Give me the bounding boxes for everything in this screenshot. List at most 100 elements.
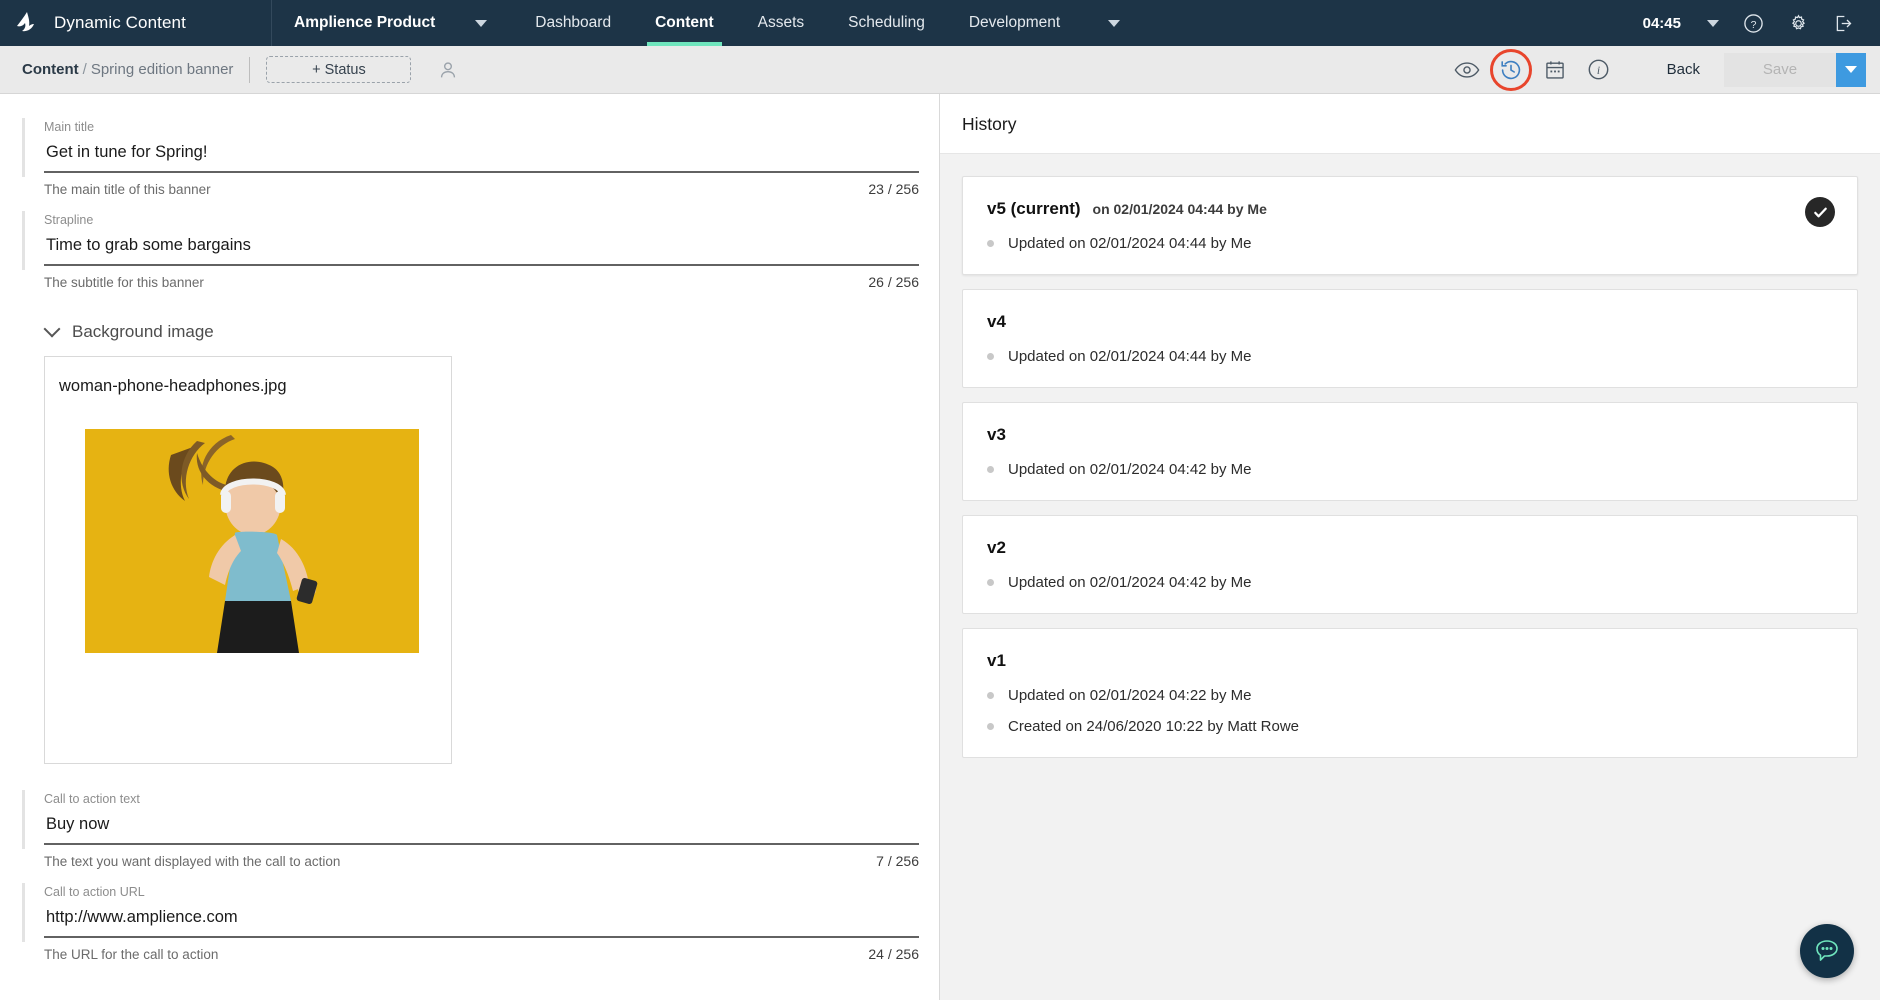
nav-item-content[interactable]: Content [633, 0, 736, 46]
history-event: Created on 24/06/2020 10:22 by Matt Rowe [987, 718, 1833, 735]
brand-area[interactable]: Dynamic Content [0, 0, 272, 46]
field-char-count: 7 / 256 [876, 853, 919, 869]
breadcrumb-divider [249, 56, 251, 83]
nav-overflow-caret[interactable] [1082, 0, 1146, 46]
version-label: v4 [987, 312, 1006, 331]
bullet-icon [987, 692, 994, 699]
history-card-v1[interactable]: v1 Updated on 02/01/2024 04:22 by Me Cre… [962, 628, 1858, 758]
event-text: Created on 24/06/2020 10:22 by Matt Rowe [1008, 718, 1300, 735]
info-icon: i [1588, 59, 1609, 80]
history-button[interactable] [1489, 48, 1533, 91]
content-form-pane: Main title Get in tune for Spring! The m… [0, 94, 940, 1000]
breadcrumb-leaf: Spring edition banner [90, 61, 234, 78]
help-icon: ? [1744, 13, 1763, 33]
background-image-card[interactable]: woman-phone-headphones.jpg [44, 356, 452, 764]
nav-item-development[interactable]: Development [947, 0, 1082, 46]
cta-url-input[interactable]: http://www.amplience.com [44, 906, 919, 938]
history-card-header: v2 [987, 538, 1833, 558]
main-title-input[interactable]: Get in tune for Spring! [44, 141, 919, 173]
history-icon [1501, 60, 1520, 79]
back-button[interactable]: Back [1643, 61, 1724, 78]
history-card-v4[interactable]: v4 Updated on 02/01/2024 04:44 by Me [962, 289, 1858, 388]
chevron-down-icon [1108, 19, 1121, 27]
history-panel-title: History [940, 94, 1880, 154]
nav-product-selector[interactable]: Amplience Product [272, 0, 449, 46]
clock-display: 04:45 [1642, 14, 1681, 32]
calendar-icon [1545, 60, 1564, 79]
preview-button[interactable] [1445, 50, 1489, 90]
history-card-v5[interactable]: v5 (current) on 02/01/2024 04:44 by Me U… [962, 176, 1858, 275]
cta-text-input[interactable]: Buy now [44, 813, 919, 845]
event-text: Updated on 02/01/2024 04:22 by Me [1008, 687, 1252, 704]
nav-item-assets[interactable]: Assets [736, 0, 827, 46]
page-body: Main title Get in tune for Spring! The m… [0, 94, 1880, 1000]
check-icon [1813, 207, 1827, 217]
background-image-section-toggle[interactable]: Background image [0, 296, 939, 356]
section-title: Background image [72, 322, 214, 341]
sub-header-bar: Content/Spring edition banner + Status [0, 46, 1880, 94]
schedule-button[interactable] [1533, 50, 1577, 90]
history-events: Updated on 02/01/2024 04:22 by Me Create… [987, 687, 1833, 735]
top-navigation-bar: Dynamic Content Amplience Product Dashbo… [0, 0, 1880, 46]
image-filename: woman-phone-headphones.jpg [59, 377, 287, 395]
strapline-input[interactable]: Time to grab some bargains [44, 234, 919, 266]
history-event: Updated on 02/01/2024 04:42 by Me [987, 574, 1833, 591]
chat-bubble-icon [1816, 940, 1838, 961]
assignee-avatar-button[interactable] [437, 59, 459, 81]
history-card-v2[interactable]: v2 Updated on 02/01/2024 04:42 by Me [962, 515, 1858, 614]
history-event: Updated on 02/01/2024 04:44 by Me [987, 348, 1833, 365]
field-help-text: The URL for the call to action [44, 947, 219, 962]
save-button[interactable]: Save [1724, 52, 1836, 87]
image-thumbnail [85, 429, 419, 653]
event-text: Updated on 02/01/2024 04:44 by Me [1008, 348, 1252, 365]
field-label: Main title [44, 120, 95, 134]
current-version-badge [1805, 197, 1835, 227]
version-label: v2 [987, 538, 1006, 557]
history-event: Updated on 02/01/2024 04:22 by Me [987, 687, 1833, 704]
avatar-icon [441, 61, 456, 77]
preview-eye-icon [1454, 61, 1480, 78]
history-version-list[interactable]: v5 (current) on 02/01/2024 04:44 by Me U… [940, 154, 1880, 1000]
chat-support-button[interactable] [1800, 924, 1854, 978]
field-cta-text: Call to action text Buy now The text you… [0, 782, 939, 869]
breadcrumb-separator: / [82, 61, 87, 78]
field-label: Call to action URL [44, 885, 145, 899]
field-help-text: The text you want displayed with the cal… [44, 854, 341, 869]
help-button[interactable]: ? [1731, 13, 1776, 34]
event-text: Updated on 02/01/2024 04:42 by Me [1008, 461, 1252, 478]
field-char-count: 24 / 256 [868, 946, 919, 962]
history-card-header: v5 (current) on 02/01/2024 04:44 by Me [987, 199, 1833, 219]
nav-right-cluster: 04:45 ? [1629, 0, 1880, 46]
history-card-header: v3 [987, 425, 1833, 445]
bullet-icon [987, 240, 994, 247]
clock-dropdown-caret[interactable] [1695, 19, 1731, 27]
bullet-icon [987, 353, 994, 360]
add-status-button[interactable]: + Status [266, 56, 412, 83]
field-help-text: The subtitle for this banner [44, 275, 204, 290]
info-button[interactable]: i [1577, 50, 1621, 90]
nav-product-caret[interactable] [449, 0, 513, 46]
history-card-v3[interactable]: v3 Updated on 02/01/2024 04:42 by Me [962, 402, 1858, 501]
save-options-button[interactable] [1836, 52, 1866, 87]
history-event: Updated on 02/01/2024 04:44 by Me [987, 235, 1833, 252]
event-text: Updated on 02/01/2024 04:42 by Me [1008, 574, 1252, 591]
woman-phone-headphones-image [85, 429, 419, 653]
history-pane: History v5 (current) on 02/01/2024 04:44… [940, 94, 1880, 1000]
breadcrumb-root[interactable]: Content [22, 61, 79, 78]
amplience-logo-icon [17, 12, 34, 32]
field-cta-url: Call to action URL http://www.amplience.… [0, 875, 939, 962]
history-events: Updated on 02/01/2024 04:42 by Me [987, 461, 1833, 478]
field-footer: The URL for the call to action 24 / 256 [44, 946, 919, 962]
gear-icon [1791, 14, 1806, 29]
nav-item-dashboard[interactable]: Dashboard [513, 0, 633, 46]
field-strapline: Strapline Time to grab some bargains The… [0, 203, 939, 290]
history-events: Updated on 02/01/2024 04:42 by Me [987, 574, 1833, 591]
logout-icon [1836, 15, 1852, 31]
field-label: Call to action text [44, 792, 140, 806]
settings-button[interactable] [1776, 13, 1821, 34]
field-footer: The text you want displayed with the cal… [44, 853, 919, 869]
nav-item-scheduling[interactable]: Scheduling [826, 0, 947, 46]
nav-items: Amplience Product Dashboard Content Asse… [272, 0, 1146, 46]
form-fields: Main title Get in tune for Spring! The m… [0, 94, 939, 962]
logout-button[interactable] [1821, 13, 1866, 34]
